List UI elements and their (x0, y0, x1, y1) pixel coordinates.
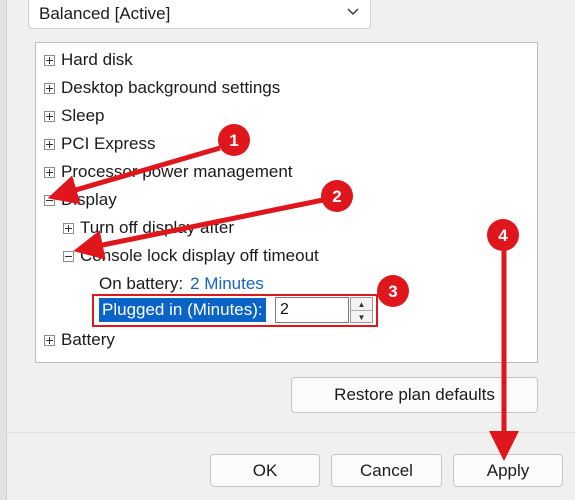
expand-icon[interactable] (44, 54, 55, 66)
power-options-dialog: Balanced [Active] Hard disk Desktop back… (0, 0, 575, 500)
tree-item-label: Desktop background settings (61, 78, 281, 97)
collapse-icon[interactable] (44, 194, 55, 206)
window-edge (0, 0, 7, 500)
tree-item-label: Turn off display after (80, 218, 235, 237)
on-battery-setting[interactable]: On battery: 2 Minutes (99, 272, 264, 296)
tree-item-sleep[interactable]: Sleep (44, 104, 104, 128)
tree-item-display[interactable]: Display (44, 188, 117, 212)
tree-item-label: Display (61, 190, 117, 209)
power-plan-dropdown[interactable]: Balanced [Active] (28, 0, 371, 29)
restore-plan-defaults-button[interactable]: Restore plan defaults (291, 377, 538, 413)
tree-item-label: Hard disk (61, 50, 133, 69)
apply-button[interactable]: Apply (453, 454, 563, 487)
power-plan-value: Balanced [Active] (39, 4, 171, 23)
expand-icon[interactable] (44, 82, 55, 94)
tree-item-label: PCI Express (61, 134, 156, 153)
tree-item-desktop-background[interactable]: Desktop background settings (44, 76, 280, 100)
cancel-button[interactable]: Cancel (331, 454, 442, 487)
highlight-box (92, 294, 378, 327)
tree-item-hard-disk[interactable]: Hard disk (44, 48, 133, 72)
chevron-down-icon (347, 8, 359, 15)
tree-item-turn-off-display[interactable]: Turn off display after (63, 216, 234, 240)
expand-icon[interactable] (44, 166, 55, 178)
on-battery-value-link[interactable]: 2 Minutes (190, 274, 264, 294)
tree-item-console-lock[interactable]: Console lock display off timeout (63, 244, 319, 268)
ok-button[interactable]: OK (210, 454, 320, 487)
tree-item-pci-express[interactable]: PCI Express (44, 132, 155, 156)
tree-item-label: Processor power management (61, 162, 293, 181)
tree-item-battery[interactable]: Battery (44, 328, 115, 352)
tree-item-label: Sleep (61, 106, 105, 125)
expand-icon[interactable] (44, 334, 55, 346)
expand-icon[interactable] (44, 110, 55, 122)
tree-item-label: Battery (61, 330, 115, 349)
tree-item-processor-power[interactable]: Processor power management (44, 160, 293, 184)
tree-item-label: Console lock display off timeout (80, 246, 319, 265)
collapse-icon[interactable] (63, 250, 74, 262)
expand-icon[interactable] (63, 222, 74, 234)
divider (0, 432, 575, 433)
expand-icon[interactable] (44, 138, 55, 150)
on-battery-label: On battery: (99, 274, 184, 293)
